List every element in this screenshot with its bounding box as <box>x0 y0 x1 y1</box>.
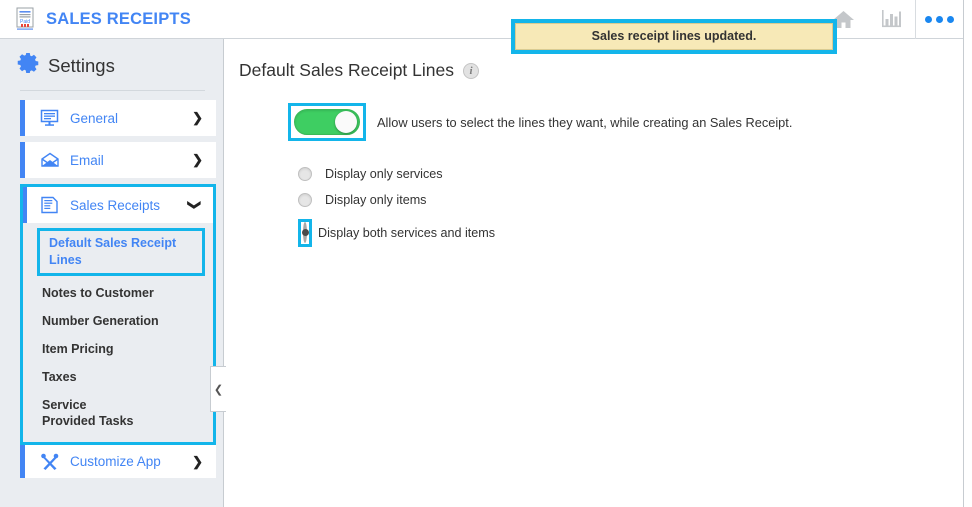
sales-receipts-group-highlight: Sales Receipts ❯ Default Sales Receipt L… <box>20 184 216 445</box>
tools-cross-icon <box>40 453 62 471</box>
sidebar-subitem-service-provided-tasks[interactable]: Service Provided Tasks <box>23 391 145 435</box>
allow-users-select-lines-row: Allow users to select the lines they wan… <box>225 81 963 141</box>
settings-header: Settings <box>0 39 223 90</box>
app-window: Paid SALES RECEIPTS Sales receipt lines … <box>0 0 972 507</box>
monitor-screen-icon <box>40 109 62 127</box>
allow-users-select-lines-toggle[interactable] <box>294 109 360 135</box>
sidebar-item-customize-app[interactable]: Customize App ❯ <box>20 445 216 478</box>
radio-label: Display both services and items <box>318 226 496 240</box>
radio-highlight <box>298 219 312 247</box>
radio-option-display-only-items[interactable]: Display only items <box>298 193 963 207</box>
chevron-down-icon: ❯ <box>187 199 203 211</box>
display-lines-radio-group: Display only services Display only items… <box>225 141 963 247</box>
toggle-label: Allow users to select the lines they wan… <box>377 114 793 130</box>
toggle-knob <box>335 111 357 133</box>
status-banner: Sales receipt lines updated. <box>515 23 833 50</box>
sidebar-item-label: Customize App <box>70 454 161 469</box>
radio-label: Display only items <box>325 193 427 207</box>
radio-button-selected[interactable] <box>303 222 307 243</box>
app-title: SALES RECEIPTS <box>46 9 191 28</box>
radio-option-display-only-services[interactable]: Display only services <box>298 167 963 181</box>
divider <box>20 90 205 91</box>
notification-highlight: Sales receipt lines updated. <box>511 19 837 54</box>
radio-button[interactable] <box>298 167 312 181</box>
settings-sidebar: Settings General ❯ Email ❯ Sales Receipt… <box>0 39 224 507</box>
chevron-right-icon: ❯ <box>192 453 203 469</box>
sidebar-collapse-handle[interactable]: ❮ <box>210 366 226 412</box>
sidebar-subitem-item-pricing[interactable]: Item Pricing <box>23 335 213 363</box>
sidebar-item-general[interactable]: General ❯ <box>20 100 216 136</box>
sidebar-item-label: General <box>70 110 119 126</box>
right-rail <box>963 0 972 507</box>
settings-nav-list: General ❯ Email ❯ <box>0 100 223 178</box>
more-options-icon[interactable] <box>915 0 963 39</box>
chevron-right-icon: ❯ <box>192 110 203 125</box>
sidebar-item-email[interactable]: Email ❯ <box>20 142 216 178</box>
sidebar-subitem-number-generation[interactable]: Number Generation <box>23 307 213 335</box>
reports-bar-chart-icon[interactable] <box>867 0 915 39</box>
sidebar-subitem-label: Default Sales Receipt Lines <box>49 236 177 267</box>
sidebar-item-label: Email <box>70 152 104 168</box>
top-bar-icon-group <box>819 0 963 39</box>
radio-button[interactable] <box>298 193 312 207</box>
envelope-icon <box>40 152 62 168</box>
document-list-icon <box>40 196 62 214</box>
sidebar-item-label: Sales Receipts <box>70 197 161 213</box>
main-content: Default Sales Receipt Lines i Allow user… <box>225 39 963 507</box>
sales-receipts-submenu: Default Sales Receipt Lines Notes to Cus… <box>23 223 213 442</box>
radio-option-display-both-services-and-items[interactable]: Display both services and items <box>298 219 963 247</box>
gear-icon <box>17 52 39 79</box>
sidebar-subitem-notes-to-customer[interactable]: Notes to Customer <box>23 279 213 307</box>
three-dots-glyph <box>925 15 954 23</box>
sidebar-subitem-taxes[interactable]: Taxes <box>23 363 213 391</box>
radio-label: Display only services <box>325 167 443 181</box>
chevron-right-icon: ❯ <box>192 152 203 167</box>
content-page-title: Default Sales Receipt Lines <box>239 60 454 80</box>
sidebar-subitem-default-sales-receipt-lines[interactable]: Default Sales Receipt Lines <box>37 228 205 276</box>
sidebar-item-sales-receipts[interactable]: Sales Receipts ❯ <box>23 187 213 223</box>
page-title: Settings <box>48 54 115 76</box>
toggle-highlight <box>288 103 366 141</box>
receipt-paid-icon: Paid <box>12 6 38 32</box>
info-icon[interactable]: i <box>462 62 479 79</box>
